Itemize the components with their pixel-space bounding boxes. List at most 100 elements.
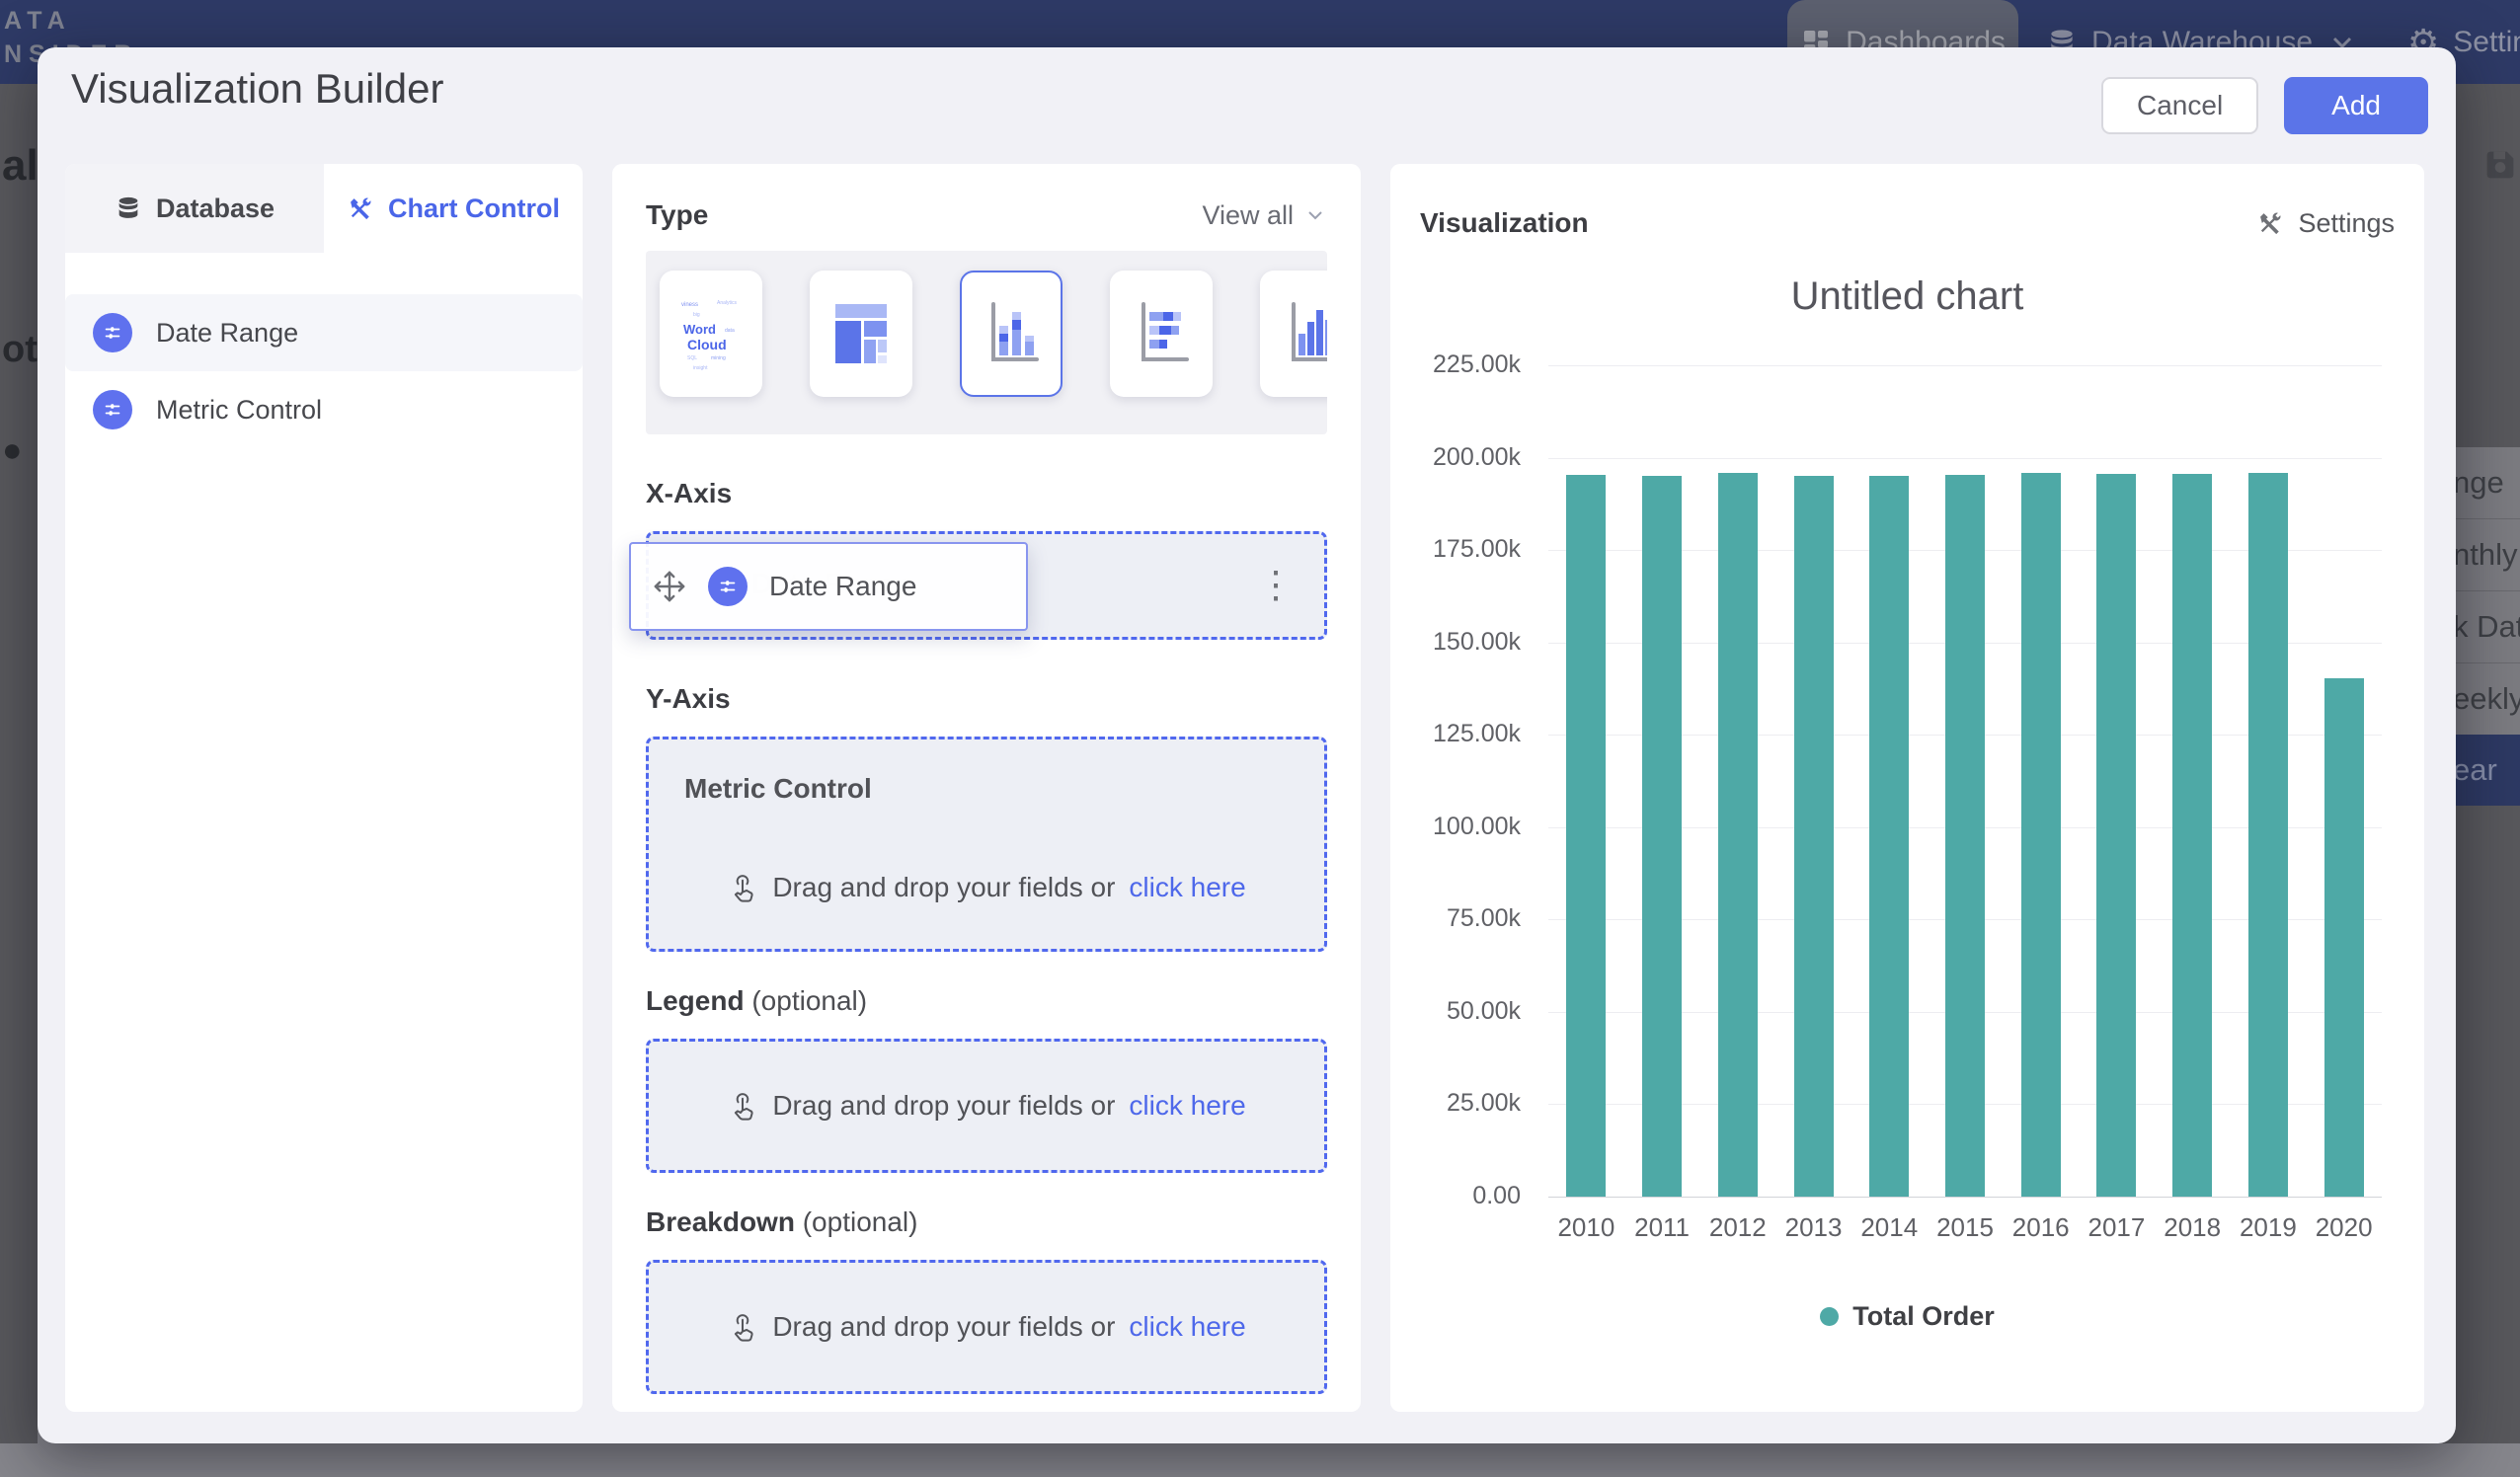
- gridline: [1548, 1197, 2382, 1198]
- legend-series-label: Total Order: [1852, 1301, 1995, 1332]
- y-tick-label: 225.00k: [1390, 350, 1521, 379]
- tune-icon: [93, 313, 132, 352]
- x-tick-label: 2015: [1928, 1212, 2004, 1243]
- type-section-label: Type: [646, 199, 708, 231]
- tune-icon: [93, 390, 132, 429]
- x-tick-label: 2019: [2231, 1212, 2307, 1243]
- gridline: [1548, 458, 2382, 459]
- move-arrows-icon: [653, 570, 686, 603]
- bar-2010: [1566, 475, 1606, 1197]
- y-axis-zone-title: Metric Control: [684, 773, 1324, 805]
- y-axis-dropzone[interactable]: Metric Control Drag and drop your fields…: [646, 737, 1327, 952]
- modal-actions: Cancel Add: [2101, 77, 2428, 134]
- date-range-field-chip[interactable]: Date Range: [629, 542, 1028, 631]
- x-axis-dropzone[interactable]: Date Range: [646, 531, 1327, 640]
- y-tick-label: 25.00k: [1390, 1089, 1521, 1118]
- type-row: Type View all: [646, 194, 1327, 237]
- click-here-link[interactable]: click here: [1129, 1311, 1245, 1343]
- modal-title: Visualization Builder: [71, 65, 443, 113]
- tab-database[interactable]: Database: [65, 164, 324, 253]
- fields-panel: Database Chart Control Date Range Metric C…: [65, 164, 583, 1412]
- svg-text:Analytics: Analytics: [717, 300, 738, 306]
- bar-2020: [2324, 678, 2364, 1197]
- field-item-date-range[interactable]: Date Range: [65, 294, 583, 371]
- chart-type-treemap[interactable]: [810, 271, 912, 397]
- drop-hint-text: Drag and drop your fields or: [772, 1311, 1115, 1343]
- chart-type-stacked-bar[interactable]: [1110, 271, 1213, 397]
- tap-hand-icon: [727, 872, 758, 903]
- chart-type-strip: vinessAnalyticsbigWorddataCloudSQLmining…: [646, 251, 1327, 434]
- drop-hint-text: Drag and drop your fields or: [772, 872, 1115, 903]
- field-item-label: Date Range: [156, 318, 298, 349]
- chip-label: Date Range: [769, 571, 916, 602]
- tap-hand-icon: [727, 1090, 758, 1122]
- screen: ATA NSIDER Dashboards Data Warehouse ⚙ S…: [0, 0, 2520, 1477]
- cancel-button[interactable]: Cancel: [2101, 77, 2258, 134]
- chart-type-word-cloud[interactable]: vinessAnalyticsbigWorddataCloudSQLmining…: [660, 271, 762, 397]
- bar-2012: [1718, 473, 1758, 1197]
- floppy-save-icon[interactable]: [2481, 145, 2520, 185]
- background-page-left-edge: alota●: [0, 84, 38, 1443]
- legend-dropzone[interactable]: Drag and drop your fields or click here: [646, 1039, 1327, 1173]
- x-tick-label: 2014: [1851, 1212, 1928, 1243]
- y-tick-label: 50.00k: [1390, 997, 1521, 1026]
- y-tick-label: 125.00k: [1390, 720, 1521, 748]
- field-item-label: Metric Control: [156, 395, 322, 426]
- chevron-down-icon: [1303, 203, 1327, 227]
- y-tick-label: 0.00: [1390, 1182, 1521, 1210]
- tab-label: Chart Control: [388, 194, 560, 224]
- add-button[interactable]: Add: [2284, 77, 2428, 134]
- drop-hint-text: Drag and drop your fields or: [772, 1090, 1115, 1122]
- nav-label: Settings: [2453, 26, 2520, 59]
- bar-chart: 0.0025.00k50.00k75.00k100.00k125.00k150.…: [1390, 164, 2424, 1412]
- svg-text:data: data: [725, 328, 735, 334]
- tab-chart-control[interactable]: Chart Control: [324, 164, 583, 253]
- y-tick-label: 175.00k: [1390, 535, 1521, 564]
- drop-hint-row: Drag and drop your fields or click here: [649, 872, 1324, 903]
- kebab-menu-icon[interactable]: ⋮: [1257, 567, 1295, 604]
- x-tick-label: 2011: [1624, 1212, 1700, 1243]
- logo-line-1: ATA: [4, 4, 138, 38]
- bar-2018: [2172, 474, 2212, 1197]
- bar-2014: [1869, 476, 1909, 1197]
- view-all-label: View all: [1202, 200, 1294, 231]
- tune-icon: [708, 567, 748, 606]
- click-here-link[interactable]: click here: [1129, 872, 1245, 903]
- tab-label: Database: [156, 194, 275, 224]
- y-axis-heading: Y-Axis: [646, 683, 1327, 715]
- y-tick-label: 150.00k: [1390, 628, 1521, 657]
- click-here-link[interactable]: click here: [1129, 1090, 1245, 1122]
- bar-2015: [1945, 475, 1985, 1197]
- visualization-panel: Visualization Settings Untitled chart 0.…: [1390, 164, 2424, 1412]
- chart-type-stacked-column[interactable]: [960, 271, 1063, 397]
- tools-icon: [347, 194, 374, 222]
- visualization-builder-modal: Visualization Builder Cancel Add Databas…: [38, 47, 2456, 1443]
- svg-text:SQL: SQL: [687, 355, 697, 361]
- x-tick-label: 2018: [2155, 1212, 2231, 1243]
- database-icon: [115, 194, 142, 222]
- drop-hint-row: Drag and drop your fields or click here: [727, 1311, 1245, 1343]
- chart-type-column[interactable]: [1260, 271, 1327, 397]
- y-tick-label: 100.00k: [1390, 813, 1521, 841]
- background-text-fragment: al: [2, 141, 39, 191]
- breakdown-dropzone[interactable]: Drag and drop your fields or click here: [646, 1260, 1327, 1394]
- svg-text:insight: insight: [693, 365, 708, 371]
- legend-heading: Legend (optional): [646, 985, 1327, 1017]
- x-tick-label: 2012: [1699, 1212, 1775, 1243]
- x-tick-label: 2016: [2003, 1212, 2079, 1243]
- svg-text:mining: mining: [711, 355, 726, 361]
- view-all-dropdown[interactable]: View all: [1202, 200, 1327, 231]
- x-tick-label: 2013: [1775, 1212, 1851, 1243]
- field-item-metric-control[interactable]: Metric Control: [65, 371, 583, 448]
- bar-2019: [2248, 473, 2288, 1197]
- x-tick-label: 2017: [2079, 1212, 2155, 1243]
- svg-text:big: big: [693, 312, 700, 318]
- bar-2017: [2096, 474, 2136, 1197]
- legend-marker: [1820, 1307, 1839, 1326]
- x-axis-heading: X-Axis: [646, 478, 1327, 509]
- background-bottom-strip: [0, 1443, 2520, 1477]
- svg-text:Word: Word: [683, 322, 716, 337]
- y-tick-label: 200.00k: [1390, 443, 1521, 472]
- svg-text:Cloud: Cloud: [687, 337, 727, 352]
- field-list: Date Range Metric Control: [65, 294, 583, 448]
